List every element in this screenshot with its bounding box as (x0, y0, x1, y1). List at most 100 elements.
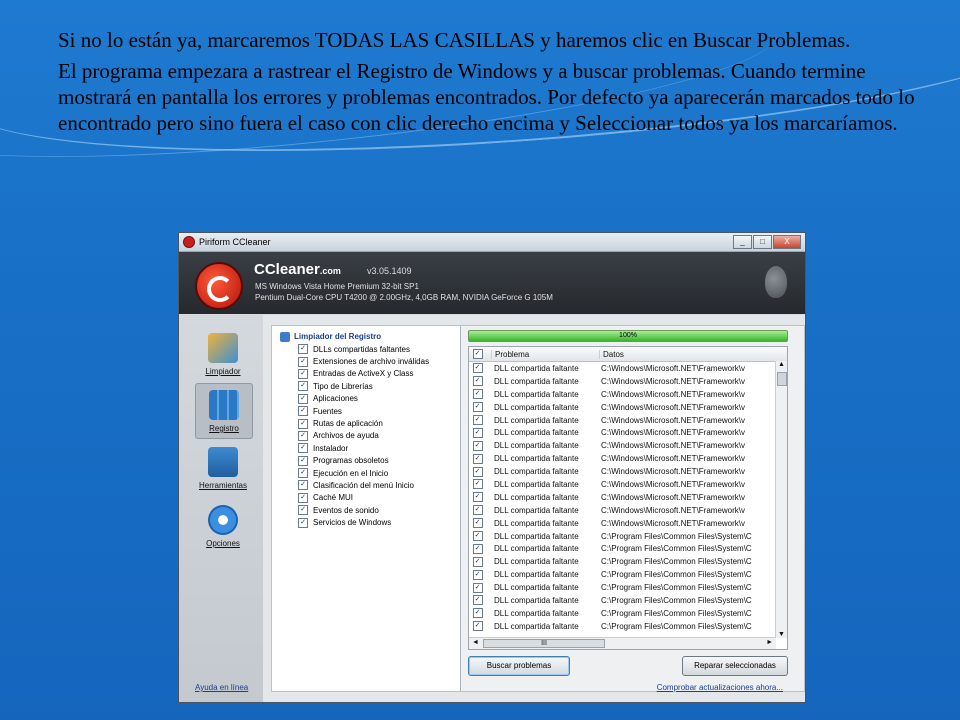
row-checkbox[interactable]: ✓ (472, 582, 483, 593)
table-row[interactable]: ✓ DLL compartida faltante C:\Windows\Micro… (469, 375, 787, 388)
vertical-scrollbar[interactable]: ▲ ▼ (775, 361, 787, 638)
toolbox-icon (208, 447, 238, 477)
table-row[interactable]: ✓ DLL compartida faltante C:\Windows\Micro… (469, 426, 787, 439)
tree-item-checkbox[interactable]: ✓ (298, 356, 308, 367)
row-checkbox[interactable]: ✓ (472, 479, 483, 490)
tree-item[interactable]: ✓ Tipo de Librerías (272, 380, 460, 392)
tree-item-checkbox[interactable]: ✓ (298, 368, 308, 379)
title-bar[interactable]: Piriform CCleaner _ □ X (179, 233, 805, 252)
scroll-up-arrow-icon[interactable]: ▲ (776, 361, 787, 368)
table-row[interactable]: ✓ DLL compartida faltante C:\Program Files… (469, 581, 787, 594)
row-checkbox[interactable]: ✓ (472, 595, 483, 606)
tree-item-checkbox[interactable]: ✓ (298, 344, 308, 355)
tree-item-checkbox[interactable]: ✓ (298, 443, 308, 454)
row-checkbox[interactable]: ✓ (472, 415, 483, 425)
tree-item-checkbox[interactable]: ✓ (298, 492, 308, 503)
tree-item[interactable]: ✓ Instalador (272, 442, 460, 454)
tree-item[interactable]: ✓ Eventos de sonido (272, 504, 460, 516)
row-checkbox[interactable]: ✓ (472, 569, 483, 580)
tree-item-checkbox[interactable]: ✓ (298, 406, 308, 417)
row-checkbox[interactable]: ✓ (472, 531, 483, 542)
cell-data: C:\Program Files\Common Files\System\C (601, 570, 752, 580)
table-row[interactable]: ✓ DLL compartida faltante C:\Windows\Micro… (469, 362, 787, 375)
table-row[interactable]: ✓ DLL compartida faltante C:\Windows\Micro… (469, 491, 787, 504)
tree-item-checkbox[interactable]: ✓ (298, 393, 308, 404)
maximize-button[interactable]: □ (753, 235, 772, 249)
check-updates-link[interactable]: Comprobar actualizaciones ahora... (657, 683, 783, 692)
tree-item-checkbox[interactable]: ✓ (298, 381, 308, 392)
row-checkbox[interactable]: ✓ (472, 492, 483, 503)
results-area: 100% ✓ Problema Datos ✓ DLL compartida fa… (468, 326, 804, 691)
horizontal-scrollbar-thumb[interactable]: III (483, 639, 605, 648)
table-row[interactable]: ✓ DLL compartida faltante C:\Program Files… (469, 620, 787, 633)
table-row[interactable]: ✓ DLL compartida faltante C:\Windows\Micro… (469, 452, 787, 465)
tree-item[interactable]: ✓ Servicios de Windows (272, 516, 460, 528)
sidebar-item-herramientas[interactable]: Herramientas (195, 441, 251, 495)
table-row[interactable]: ✓ DLL compartida faltante C:\Program Files… (469, 607, 787, 620)
row-checkbox[interactable]: ✓ (472, 466, 483, 477)
tree-item-checkbox[interactable]: ✓ (298, 430, 308, 441)
table-row[interactable]: ✓ DLL compartida faltante C:\Windows\Micro… (469, 517, 787, 530)
table-row[interactable]: ✓ DLL compartida faltante C:\Windows\Micro… (469, 401, 787, 414)
table-row[interactable]: ✓ DLL compartida faltante C:\Program Files… (469, 530, 787, 543)
tree-item-checkbox[interactable]: ✓ (298, 505, 308, 516)
table-row[interactable]: ✓ DLL compartida faltante C:\Program Files… (469, 542, 787, 555)
repair-selected-button[interactable]: Reparar seleccionadas (682, 656, 788, 676)
table-row[interactable]: ✓ DLL compartida faltante C:\Windows\Micro… (469, 465, 787, 478)
row-checkbox[interactable]: ✓ (472, 621, 483, 632)
tree-item[interactable]: ✓ Fuentes (272, 405, 460, 417)
help-online-link[interactable]: Ayuda en línea (195, 683, 248, 692)
tree-item[interactable]: ✓ Programas obsoletos (272, 455, 460, 467)
column-header-data[interactable]: Datos (599, 349, 787, 359)
scroll-down-arrow-icon[interactable]: ▼ (776, 631, 787, 638)
sidebar-item-limpiador[interactable]: Limpiador (195, 327, 251, 381)
row-checkbox[interactable]: ✓ (472, 453, 483, 464)
tree-item-checkbox[interactable]: ✓ (298, 517, 308, 528)
tree-root[interactable]: Limpiador del Registro (272, 330, 460, 343)
tree-item[interactable]: ✓ DLLs compartidas faltantes (272, 343, 460, 355)
row-checkbox[interactable]: ✓ (472, 427, 483, 438)
tree-item[interactable]: ✓ Aplicaciones (272, 393, 460, 405)
row-checkbox[interactable]: ✓ (472, 376, 483, 387)
horizontal-scrollbar[interactable]: ◄ III ► (469, 637, 776, 649)
table-row[interactable]: ✓ DLL compartida faltante C:\Windows\Micro… (469, 388, 787, 401)
row-checkbox[interactable]: ✓ (472, 402, 483, 413)
minimize-button[interactable]: _ (733, 235, 752, 249)
tree-item-checkbox[interactable]: ✓ (298, 468, 308, 479)
scrollbar-thumb[interactable] (777, 372, 787, 386)
select-all-checkbox[interactable]: ✓ (472, 349, 483, 359)
scroll-right-arrow-icon[interactable]: ► (766, 639, 773, 646)
sidebar-item-opciones[interactable]: Opciones (195, 499, 251, 553)
row-checkbox[interactable]: ✓ (472, 440, 483, 451)
row-checkbox[interactable]: ✓ (472, 543, 483, 554)
table-row[interactable]: ✓ DLL compartida faltante C:\Windows\Micro… (469, 478, 787, 491)
column-header-problem[interactable]: Problema (491, 349, 599, 359)
table-row[interactable]: ✓ DLL compartida faltante C:\Windows\Micro… (469, 414, 787, 427)
tree-item[interactable]: ✓ Extensiones de archivo inválidas (272, 355, 460, 367)
row-checkbox[interactable]: ✓ (472, 518, 483, 529)
tree-item[interactable]: ✓ Ejecución en el Inicio (272, 467, 460, 479)
row-checkbox[interactable]: ✓ (472, 505, 483, 516)
tree-item[interactable]: ✓ Archivos de ayuda (272, 430, 460, 442)
search-problems-button[interactable]: Buscar problemas (468, 656, 570, 676)
table-row[interactable]: ✓ DLL compartida faltante C:\Program Files… (469, 568, 787, 581)
table-row[interactable]: ✓ DLL compartida faltante C:\Program Files… (469, 555, 787, 568)
scan-progress-bar: 100% (468, 330, 788, 342)
scroll-left-arrow-icon[interactable]: ◄ (472, 639, 479, 646)
tree-item[interactable]: ✓ Caché MUI (272, 492, 460, 504)
table-row[interactable]: ✓ DLL compartida faltante C:\Windows\Micro… (469, 504, 787, 517)
row-checkbox[interactable]: ✓ (472, 389, 483, 400)
row-checkbox[interactable]: ✓ (472, 363, 483, 374)
row-checkbox[interactable]: ✓ (472, 608, 483, 619)
table-row[interactable]: ✓ DLL compartida faltante C:\Program Files… (469, 594, 787, 607)
tree-item[interactable]: ✓ Clasificación del menú Inicio (272, 479, 460, 491)
tree-item-checkbox[interactable]: ✓ (298, 455, 308, 466)
row-checkbox[interactable]: ✓ (472, 556, 483, 567)
tree-item-checkbox[interactable]: ✓ (298, 480, 308, 491)
tree-item-checkbox[interactable]: ✓ (298, 418, 308, 429)
table-row[interactable]: ✓ DLL compartida faltante C:\Windows\Micro… (469, 439, 787, 452)
tree-item[interactable]: ✓ Rutas de aplicación (272, 417, 460, 429)
close-button[interactable]: X (773, 235, 801, 249)
sidebar-item-registro[interactable]: Registro (195, 383, 253, 439)
tree-item[interactable]: ✓ Entradas de ActiveX y Class (272, 368, 460, 380)
